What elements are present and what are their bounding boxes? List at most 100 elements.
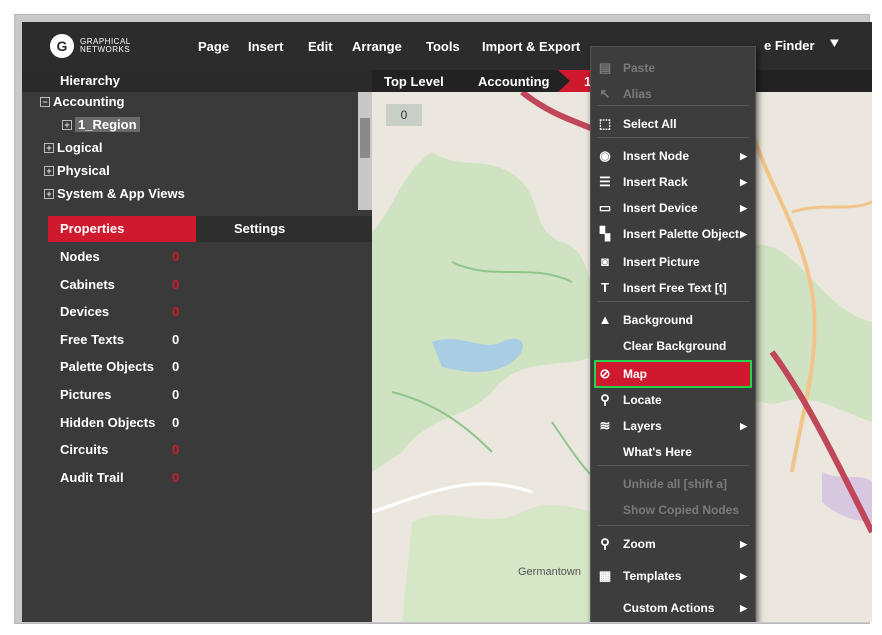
collapse-icon[interactable]: ⯆ (828, 36, 841, 54)
palette-object-icon: ▚ (600, 226, 610, 241)
select-all-icon: ⬚ (598, 116, 612, 131)
menu-item-label: Templates (623, 569, 682, 583)
app-logo: G GRAPHICAL NETWORKS (50, 34, 131, 58)
device-icon: ▭ (598, 200, 612, 215)
tree-item-region[interactable]: + 1_Region (62, 117, 140, 132)
tab-settings[interactable]: Settings (196, 216, 372, 242)
menu-insert[interactable]: Insert (248, 39, 283, 54)
property-label: Free Texts (60, 331, 125, 347)
menu-page[interactable]: Page (198, 39, 229, 54)
property-value: 0 (172, 331, 180, 347)
menu-item-show-copied-nodes: Show Copied Nodes (591, 497, 755, 523)
hierarchy-title: Hierarchy (22, 70, 372, 92)
menu-item-label: What's Here (623, 445, 692, 459)
menu-item-locate[interactable]: ⚲ Locate (591, 387, 755, 413)
logo-mark: G (50, 34, 74, 58)
submenu-arrow-icon: ▶ (740, 177, 747, 187)
breadcrumb-accounting[interactable]: Accounting (478, 74, 550, 89)
menu-item-label: Select All (623, 117, 677, 131)
menu-item-label: Unhide all [shift a] (623, 477, 728, 491)
collapse-toggle-icon[interactable]: − (40, 96, 50, 107)
layers-icon: ≋ (599, 418, 611, 433)
submenu-arrow-icon: ▶ (740, 421, 747, 431)
menu-item-label: Show Copied Nodes (623, 503, 740, 517)
tree-item-physical[interactable]: + Physical (44, 163, 110, 178)
menu-import-export[interactable]: Import & Export (482, 39, 580, 54)
menu-item-label: Insert Palette Object (623, 227, 740, 241)
tree-item-logical[interactable]: + Logical (44, 140, 103, 155)
map-counter-box: 0 (386, 104, 422, 126)
hierarchy-tree: − Accounting + 1_Region + Logical + Phys… (22, 92, 358, 210)
menu-item-insert-node[interactable]: ◉ Insert Node ▶ (591, 143, 755, 169)
property-row: Palette Objects 0 (48, 356, 372, 378)
menu-item-label: Alias (623, 87, 652, 101)
menu-item-insert-palette-object[interactable]: ▚ Insert Palette Object ▶ (591, 221, 755, 247)
property-row: Hidden Objects 0 (48, 412, 372, 434)
property-row: Nodes 0 (48, 246, 372, 268)
property-label: Circuits (60, 442, 109, 458)
finder-label[interactable]: e Finder (764, 38, 815, 53)
menu-arrange[interactable]: Arrange (352, 39, 402, 54)
property-row: Devices 0 (48, 301, 372, 323)
breadcrumb-top-level[interactable]: Top Level (384, 74, 444, 89)
expand-toggle-icon[interactable]: + (44, 188, 54, 199)
logo-line-2: NETWORKS (80, 45, 131, 54)
left-panel: Hierarchy − Accounting + 1_Region + Logi… (22, 70, 372, 622)
menu-item-label: Insert Node (623, 149, 690, 163)
property-value: 0 (172, 414, 180, 430)
tree-item-label: Accounting (53, 94, 125, 109)
tree-item-system-app-views[interactable]: + System & App Views (44, 186, 185, 201)
expand-toggle-icon[interactable]: + (44, 165, 54, 176)
tree-item-label: Physical (57, 163, 110, 178)
menu-item-select-all[interactable]: ⬚ Select All (591, 111, 755, 137)
submenu-arrow-icon: ▶ (740, 203, 747, 213)
menu-edit[interactable]: Edit (308, 39, 333, 54)
zoom-icon: ⚲ (600, 536, 610, 551)
menu-item-layers[interactable]: ≋ Layers ▶ (591, 413, 755, 439)
node-icon: ◉ (599, 148, 611, 163)
paste-icon: ▤ (598, 60, 612, 75)
menu-item-label: Insert Free Text [t] (623, 281, 727, 295)
tree-scrollbar[interactable] (358, 92, 372, 210)
menu-item-insert-rack[interactable]: ☰ Insert Rack ▶ (591, 169, 755, 195)
panel-tabs: Properties Settings (22, 216, 372, 242)
menu-item-insert-picture[interactable]: ◙ Insert Picture (591, 249, 755, 275)
expand-toggle-icon[interactable]: + (62, 119, 72, 130)
menu-item-paste: ▤ Paste (591, 55, 755, 81)
map-off-icon: ⊘ (599, 366, 611, 381)
tab-properties[interactable]: Properties (48, 216, 196, 242)
submenu-arrow-icon: ▶ (740, 229, 747, 239)
alias-icon: ↖ (599, 86, 611, 101)
menu-item-label: Locate (623, 393, 662, 407)
expand-toggle-icon[interactable]: + (44, 142, 54, 153)
menu-item-templates[interactable]: ▦ Templates ▶ (591, 563, 755, 589)
menu-item-custom-actions[interactable]: Custom Actions ▶ (591, 595, 755, 621)
menu-separator (597, 137, 749, 138)
menu-item-background[interactable]: ▲ Background (591, 307, 755, 333)
property-label: Hidden Objects (60, 414, 156, 430)
menu-item-what-s-here[interactable]: What's Here (591, 439, 755, 465)
property-row: Free Texts 0 (48, 329, 372, 351)
menu-item-insert-device[interactable]: ▭ Insert Device ▶ (591, 195, 755, 221)
menu-item-label: Layers (623, 419, 662, 433)
submenu-arrow-icon: ▶ (740, 571, 747, 581)
menu-item-clear-background[interactable]: Clear Background (591, 333, 755, 359)
scrollbar-thumb[interactable] (360, 118, 370, 158)
menu-item-alias: ↖ Alias (591, 81, 755, 107)
property-row: Cabinets 0 (48, 274, 372, 296)
menu-tools[interactable]: Tools (426, 39, 460, 54)
menu-item-map[interactable]: ⊘ Map (594, 360, 752, 388)
submenu-arrow-icon: ▶ (740, 603, 747, 613)
templates-icon: ▦ (598, 568, 612, 583)
menu-item-zoom[interactable]: ⚲ Zoom ▶ (591, 531, 755, 557)
property-label: Palette Objects (60, 359, 154, 375)
tree-item-accounting[interactable]: − Accounting (40, 94, 125, 109)
menu-separator (597, 301, 749, 302)
menu-item-insert-free-text[interactable]: T Insert Free Text [t] (591, 275, 755, 301)
submenu-arrow-icon: ▶ (740, 151, 747, 161)
menu-item-label: Custom Actions (623, 601, 715, 615)
property-label: Pictures (60, 387, 112, 402)
locate-icon: ⚲ (600, 392, 610, 407)
property-value: 0 (172, 359, 180, 375)
tree-item-label: 1_Region (75, 117, 140, 132)
